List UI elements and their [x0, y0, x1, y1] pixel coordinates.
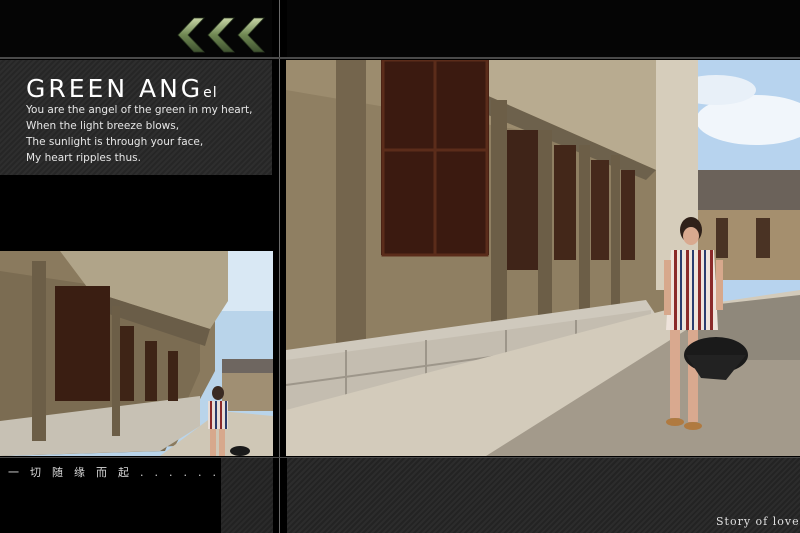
bottom-stripe	[221, 458, 273, 533]
photo-small	[0, 251, 273, 456]
chinese-caption: 一切随缘而起......	[8, 466, 227, 479]
photo-large	[286, 60, 800, 456]
poem-line: You are the angel of the green in my hea…	[26, 104, 253, 116]
divider-line	[0, 457, 800, 458]
poem-line: When the light breeze blows,	[26, 120, 180, 132]
divider-line	[279, 0, 280, 533]
top-bar-right	[287, 0, 800, 58]
poem-text: You are the angel of the green in my hea…	[26, 102, 253, 166]
poem-line: My heart ripples thus.	[26, 152, 141, 164]
story-caption: Story of love	[716, 515, 800, 528]
chevron-left-icon	[177, 17, 265, 53]
divider-line	[0, 57, 800, 59]
poem-line: The sunlight is through your face,	[26, 136, 204, 148]
